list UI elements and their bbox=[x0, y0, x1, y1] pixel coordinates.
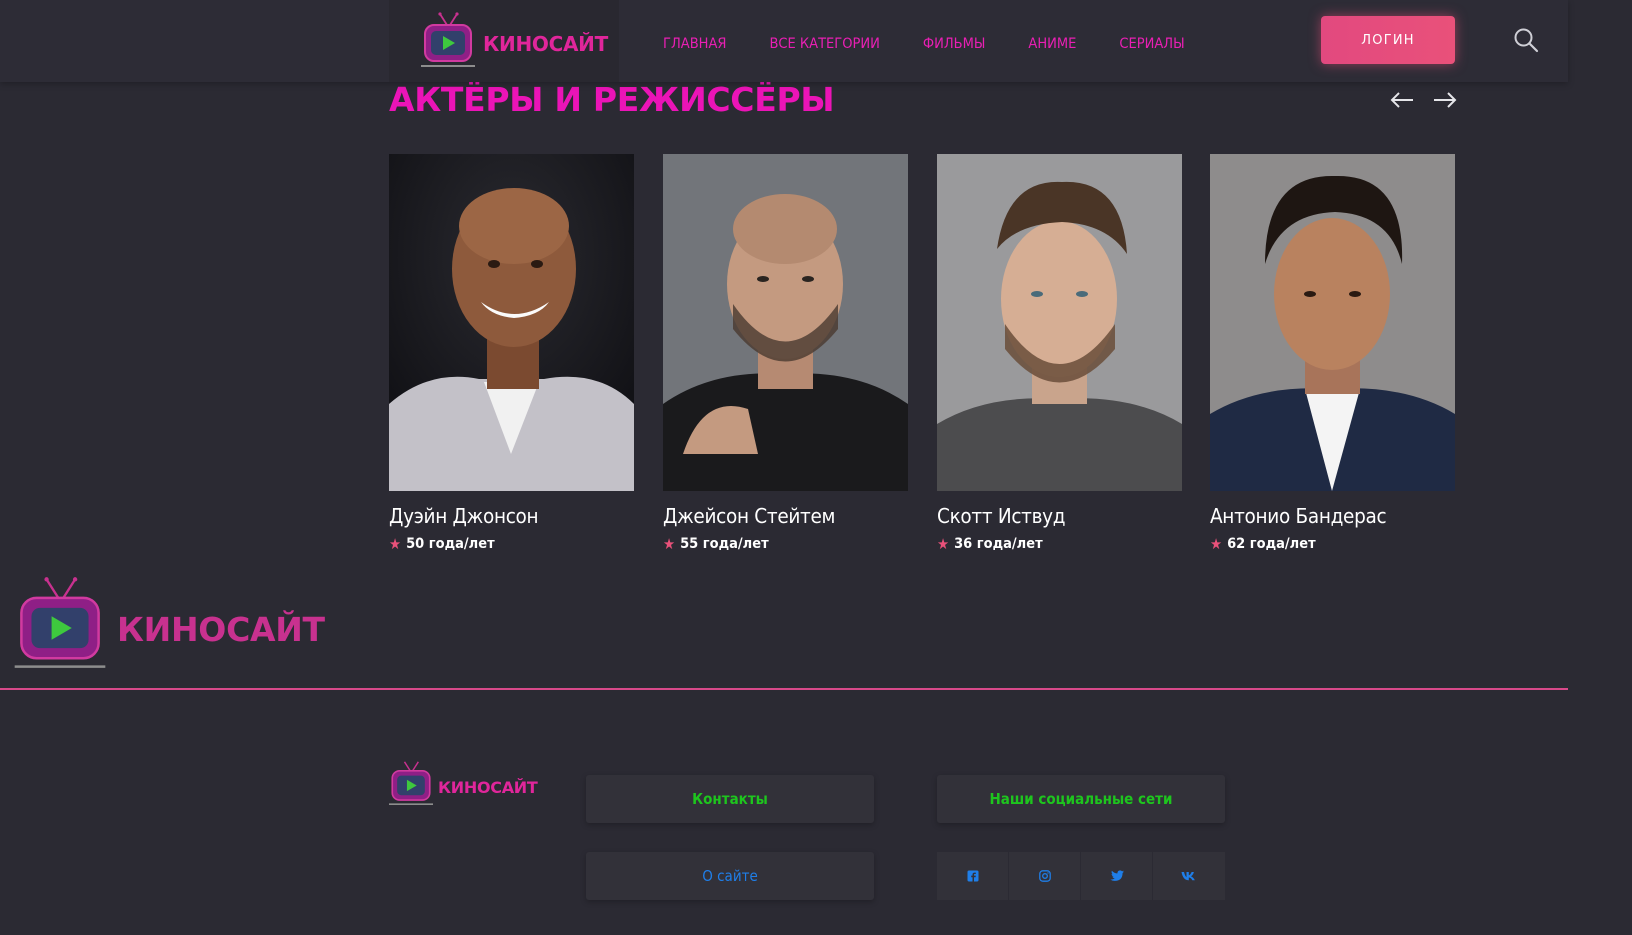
star-icon: ★ bbox=[663, 534, 676, 553]
big-site-logo[interactable]: КИНОСАЙТ bbox=[13, 576, 325, 670]
actor-card[interactable]: Джейсон Стейтем ★ 55 года/лет bbox=[663, 154, 908, 552]
twitter-icon bbox=[1109, 870, 1124, 881]
top-navigation-bar: КИНОСАЙТ ГЛАВНАЯ ВСЕ КАТЕГОРИИ ФИЛЬМЫ АН… bbox=[0, 0, 1568, 82]
star-icon: ★ bbox=[937, 534, 950, 553]
star-icon: ★ bbox=[389, 534, 402, 553]
nav-link-all-categories[interactable]: ВСЕ КАТЕГОРИИ bbox=[769, 36, 879, 52]
logo-text: КИНОСАЙТ bbox=[117, 609, 325, 649]
actor-age-text: 36 года/лет bbox=[954, 536, 1043, 552]
actor-age-text: 50 года/лет bbox=[406, 536, 495, 552]
twitter-link[interactable] bbox=[1081, 852, 1153, 900]
actor-name[interactable]: Антонио Бандерас bbox=[1210, 504, 1455, 528]
arrow-left-icon bbox=[1390, 92, 1413, 108]
actor-age: ★ 55 года/лет bbox=[663, 536, 908, 552]
instagram-icon bbox=[1038, 870, 1051, 882]
actor-card[interactable]: Скотт Иствуд ★ 36 года/лет bbox=[937, 154, 1182, 552]
tv-logo-icon bbox=[14, 577, 106, 668]
actor-photo[interactable] bbox=[389, 154, 634, 491]
search-button[interactable] bbox=[1512, 26, 1540, 54]
facebook-link[interactable] bbox=[937, 852, 1009, 900]
social-networks-heading: Наши социальные сети bbox=[937, 775, 1225, 823]
vk-icon bbox=[1181, 872, 1195, 881]
nav-link-series[interactable]: СЕРИАЛЫ bbox=[1119, 36, 1184, 52]
nav-link-anime[interactable]: АНИМЕ bbox=[1028, 36, 1076, 52]
actor-card[interactable]: Антонио Бандерас ★ 62 года/лет bbox=[1210, 154, 1455, 552]
actor-photo[interactable] bbox=[937, 154, 1182, 491]
actor-age-text: 62 года/лет bbox=[1227, 536, 1316, 552]
carousel-prev-button[interactable] bbox=[1389, 88, 1415, 112]
login-button[interactable]: ЛОГИН bbox=[1321, 16, 1455, 64]
facebook-icon bbox=[967, 870, 978, 882]
section-divider bbox=[0, 688, 1568, 690]
carousel-next-button[interactable] bbox=[1432, 88, 1458, 112]
actor-name[interactable]: Джейсон Стейтем bbox=[663, 504, 908, 528]
arrow-right-icon bbox=[1434, 92, 1457, 108]
logo-text: КИНОСАЙТ bbox=[483, 32, 608, 56]
social-links bbox=[937, 852, 1225, 900]
about-link[interactable]: О сайте bbox=[586, 852, 874, 900]
instagram-link[interactable] bbox=[1009, 852, 1081, 900]
actor-age: ★ 62 года/лет bbox=[1210, 536, 1455, 552]
nav-link-movies[interactable]: ФИЛЬМЫ bbox=[923, 36, 986, 52]
actor-age: ★ 50 года/лет bbox=[389, 536, 634, 552]
footer-logo[interactable]: КИНОСАЙТ bbox=[389, 760, 538, 806]
vk-link[interactable] bbox=[1153, 852, 1225, 900]
tv-logo-icon bbox=[389, 761, 433, 805]
contacts-link[interactable]: Контакты bbox=[586, 775, 874, 823]
actor-name[interactable]: Скотт Иствуд bbox=[937, 504, 1182, 528]
actor-card[interactable]: Дуэйн Джонсон ★ 50 года/лет bbox=[389, 154, 634, 552]
search-icon bbox=[1514, 28, 1539, 53]
site-logo[interactable]: КИНОСАЙТ bbox=[421, 12, 608, 68]
section-title: АКТЁРЫ И РЕЖИССЁРЫ bbox=[389, 80, 835, 119]
actor-photo[interactable] bbox=[1210, 154, 1455, 491]
tv-logo-icon bbox=[421, 12, 475, 67]
actor-age-text: 55 года/лет bbox=[680, 536, 769, 552]
star-icon: ★ bbox=[1210, 534, 1223, 553]
actor-age: ★ 36 года/лет bbox=[937, 536, 1182, 552]
main-nav: ГЛАВНАЯ ВСЕ КАТЕГОРИИ ФИЛЬМЫ АНИМЕ СЕРИА… bbox=[663, 36, 1228, 52]
nav-link-home[interactable]: ГЛАВНАЯ bbox=[663, 36, 726, 52]
logo-text: КИНОСАЙТ bbox=[438, 777, 538, 797]
actor-photo[interactable] bbox=[663, 154, 908, 491]
actor-name[interactable]: Дуэйн Джонсон bbox=[389, 504, 634, 528]
